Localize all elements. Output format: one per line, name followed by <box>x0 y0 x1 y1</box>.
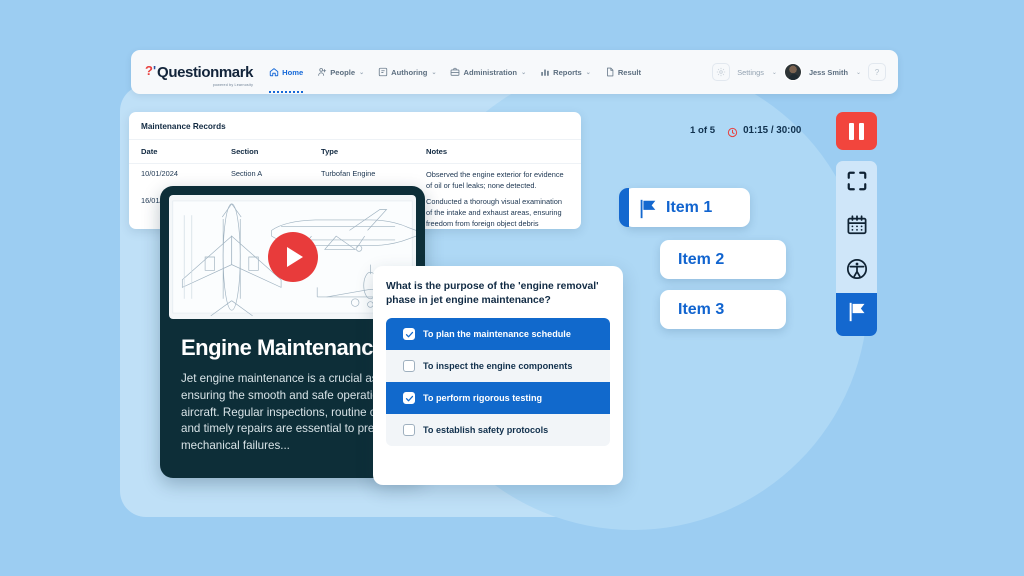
column-header-section: Section <box>231 147 259 156</box>
fullscreen-tool[interactable] <box>836 161 877 205</box>
logo-mark-icon: ?' <box>145 62 157 78</box>
cell-notes: Conducted a thorough visual examination … <box>426 197 562 229</box>
nav-item-reports-label: Reports <box>553 67 582 77</box>
fullscreen-icon <box>846 170 868 197</box>
nav-item-people[interactable]: People ⌄ <box>317 64 364 80</box>
chevron-down-icon: ⌄ <box>585 69 591 76</box>
column-header-type: Type <box>321 147 339 156</box>
item-button-3[interactable]: Item 3 <box>660 290 786 329</box>
accessibility-tool[interactable] <box>836 249 877 293</box>
screenshot-root: ?' Questionmark powered by Learnosity Ho… <box>0 0 1024 576</box>
administration-icon <box>450 67 460 77</box>
item-button-1[interactable]: Item 1 <box>619 188 750 227</box>
item-button-1-label: Item 1 <box>666 198 713 216</box>
records-table-header: Date Section Type Notes <box>129 140 581 164</box>
nav-item-home[interactable]: Home <box>269 64 304 93</box>
logo-wordmark: Questionmark <box>157 63 254 81</box>
settings-label[interactable]: Settings <box>737 68 764 77</box>
nav-item-result[interactable]: Result <box>605 64 641 80</box>
question-card: What is the purpose of the 'engine remov… <box>373 266 623 485</box>
item-button-2[interactable]: Item 2 <box>660 240 786 279</box>
chevron-down-icon: ⌄ <box>431 69 437 76</box>
pause-button[interactable] <box>836 112 877 150</box>
nav-item-authoring-label: Authoring <box>391 67 428 77</box>
logo-tagline: powered by Learnosity <box>212 82 254 87</box>
avatar[interactable] <box>783 63 802 81</box>
reports-icon <box>540 67 550 77</box>
item-button-2-label: Item 2 <box>678 250 725 268</box>
timer: 01:15 / 30:00 <box>727 125 802 138</box>
checkbox-icon[interactable] <box>403 328 415 341</box>
calendar-tool[interactable] <box>836 205 877 249</box>
item-button-3-label: Item 3 <box>678 300 725 318</box>
flag-icon <box>846 301 868 328</box>
answer-option-label: To perform rigorous testing <box>423 393 543 404</box>
clock-icon <box>727 125 738 138</box>
answer-option-label: To plan the maintenance schedule <box>423 329 571 340</box>
current-item-marker <box>619 188 629 227</box>
answer-option[interactable]: To inspect the engine components <box>386 350 610 382</box>
chevron-down-icon[interactable]: ⌄ <box>856 69 861 76</box>
column-header-date: Date <box>141 147 158 156</box>
checkbox-icon[interactable] <box>403 360 415 373</box>
checkbox-icon[interactable] <box>403 392 415 405</box>
gear-icon[interactable] <box>712 63 731 81</box>
chevron-down-icon: ⌄ <box>521 69 527 76</box>
nav-item-administration-label: Administration <box>463 67 518 77</box>
top-navigation-bar: ?' Questionmark powered by Learnosity Ho… <box>131 50 898 94</box>
answer-option-label: To establish safety protocols <box>423 425 549 436</box>
user-name-label[interactable]: Jess Smith <box>809 68 848 77</box>
flag-tool[interactable] <box>836 293 877 336</box>
active-tab-underline <box>269 91 304 93</box>
authoring-icon <box>378 67 388 77</box>
nav-item-people-label: People <box>330 67 356 77</box>
nav-item-authoring[interactable]: Authoring ⌄ <box>378 64 436 80</box>
assessment-toolbar <box>836 161 877 336</box>
pause-icon-bar <box>849 122 854 140</box>
cell-notes: Observed the engine exterior for evidenc… <box>426 170 564 191</box>
answer-option[interactable]: To plan the maintenance schedule <box>386 318 610 351</box>
people-icon <box>317 67 327 77</box>
progress-indicator: 1 of 5 <box>690 125 716 136</box>
nav-item-home-label: Home <box>282 67 304 77</box>
column-header-notes: Notes <box>426 147 448 156</box>
question-text: What is the purpose of the 'engine remov… <box>386 281 599 307</box>
play-icon[interactable] <box>267 232 318 282</box>
accessibility-icon <box>846 258 868 285</box>
nav-items: Home People ⌄ Authoring ⌄ Administration… <box>269 64 712 93</box>
nav-item-administration[interactable]: Administration ⌄ <box>450 64 526 80</box>
chevron-down-icon: ⌄ <box>359 69 365 76</box>
flag-icon <box>637 198 659 218</box>
answer-option[interactable]: To perform rigorous testing <box>386 382 610 415</box>
nav-item-reports[interactable]: Reports ⌄ <box>540 64 591 80</box>
pause-icon-bar <box>859 122 864 140</box>
chevron-down-icon[interactable]: ⌄ <box>772 69 777 76</box>
calendar-icon <box>846 214 868 241</box>
nav-right-cluster: Settings ⌄ Jess Smith ⌄ ? <box>712 63 886 81</box>
nav-item-result-label: Result <box>617 67 642 77</box>
home-icon <box>269 67 279 77</box>
result-icon <box>605 67 615 77</box>
brand-logo[interactable]: ?' Questionmark powered by Learnosity <box>145 62 254 87</box>
answer-option-label: To inspect the engine components <box>423 361 573 372</box>
assessment-status-bar: 1 of 5 01:15 / 30:00 <box>690 125 802 138</box>
answer-options-list: To plan the maintenance schedule To insp… <box>386 318 610 447</box>
answer-option[interactable]: To establish safety protocols <box>386 414 610 446</box>
records-card-title: Maintenance Records <box>129 112 581 140</box>
checkbox-icon[interactable] <box>403 424 415 437</box>
help-button[interactable]: ? <box>868 63 886 81</box>
timer-text: 01:15 / 30:00 <box>743 125 802 136</box>
